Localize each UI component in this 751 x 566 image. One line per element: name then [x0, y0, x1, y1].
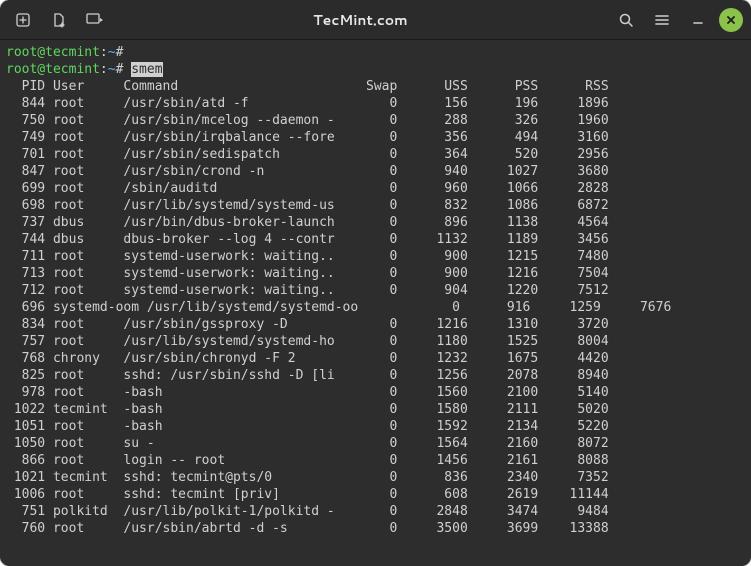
command-text: smem	[131, 62, 162, 77]
table-row: 696 systemd-oom /usr/lib/systemd/systemd…	[6, 299, 745, 316]
table-row: 750 root /usr/sbin/mcelog --daemon - 0 2…	[6, 112, 745, 129]
minimize-icon	[690, 12, 706, 28]
new-doc-icon	[51, 12, 67, 28]
table-row: 844 root /usr/sbin/atd -f 0 156 196 1896	[6, 95, 745, 112]
close-icon	[725, 14, 737, 26]
table-row: 978 root -bash 0 1560 2100 5140	[6, 384, 745, 401]
search-icon	[618, 12, 634, 28]
terminal-window: TecMint.com root@tecmint:~# root@tecmint…	[0, 0, 751, 566]
table-row: 699 root /sbin/auditd 0 960 1066 2828	[6, 180, 745, 197]
table-row: 1022 tecmint -bash 0 1580 2111 5020	[6, 401, 745, 418]
hamburger-icon	[654, 12, 670, 28]
prompt-line: root@tecmint:~#	[6, 44, 745, 61]
titlebar-left	[8, 5, 110, 35]
new-window-button[interactable]	[44, 5, 74, 35]
titlebar-right	[611, 5, 743, 35]
prompt-user: root@tecmint	[6, 45, 100, 60]
table-row: 1006 root sshd: tecmint [priv] 0 608 261…	[6, 486, 745, 503]
table-row: 866 root login -- root 0 1456 2161 8088	[6, 452, 745, 469]
terminal-body[interactable]: root@tecmint:~# root@tecmint:~# smem PID…	[0, 40, 751, 566]
table-row: 1051 root -bash 0 1592 2134 5220	[6, 418, 745, 435]
table-row: 768 chrony /usr/sbin/chronyd -F 2 0 1232…	[6, 350, 745, 367]
table-row: 749 root /usr/sbin/irqbalance --fore 0 3…	[6, 129, 745, 146]
minimize-button[interactable]	[683, 5, 713, 35]
table-header: PID User Command Swap USS PSS RSS	[6, 78, 745, 95]
table-row: 1021 tecmint sshd: tecmint@pts/0 0 836 2…	[6, 469, 745, 486]
table-row: 757 root /usr/lib/systemd/systemd-ho 0 1…	[6, 333, 745, 350]
table-row: 713 root systemd-userwork: waiting.. 0 9…	[6, 265, 745, 282]
titlebar: TecMint.com	[0, 0, 751, 40]
menu-button[interactable]	[647, 5, 677, 35]
table-row: 760 root /usr/sbin/abrtd -d -s 0 3500 36…	[6, 520, 745, 537]
prompt-line: root@tecmint:~# smem	[6, 61, 745, 78]
search-button[interactable]	[611, 5, 641, 35]
table-row: 825 root sshd: /usr/sbin/sshd -D [li 0 1…	[6, 367, 745, 384]
table-row: 834 root /usr/sbin/gssproxy -D 0 1216 13…	[6, 316, 745, 333]
plus-box-icon	[15, 12, 31, 28]
table-row: 737 dbus /usr/bin/dbus-broker-launch 0 8…	[6, 214, 745, 231]
window-title: TecMint.com	[118, 10, 603, 30]
prompt-symbol: #	[116, 45, 132, 60]
table-row: 744 dbus dbus-broker --log 4 --contr 0 1…	[6, 231, 745, 248]
screen-icon	[86, 13, 104, 27]
broadcast-button[interactable]	[80, 5, 110, 35]
table-row: 751 polkitd /usr/lib/polkit-1/polkitd - …	[6, 503, 745, 520]
table-row: 701 root /usr/sbin/sedispatch 0 364 520 …	[6, 146, 745, 163]
table-row: 712 root systemd-userwork: waiting.. 0 9…	[6, 282, 745, 299]
table-row: 698 root /usr/lib/systemd/systemd-us 0 8…	[6, 197, 745, 214]
table-row: 1050 root su - 0 1564 2160 8072	[6, 435, 745, 452]
table-row: 847 root /usr/sbin/crond -n 0 940 1027 3…	[6, 163, 745, 180]
prompt-path: ~	[108, 45, 116, 60]
new-tab-button[interactable]	[8, 5, 38, 35]
table-row: 711 root systemd-userwork: waiting.. 0 9…	[6, 248, 745, 265]
close-button[interactable]	[719, 8, 743, 32]
